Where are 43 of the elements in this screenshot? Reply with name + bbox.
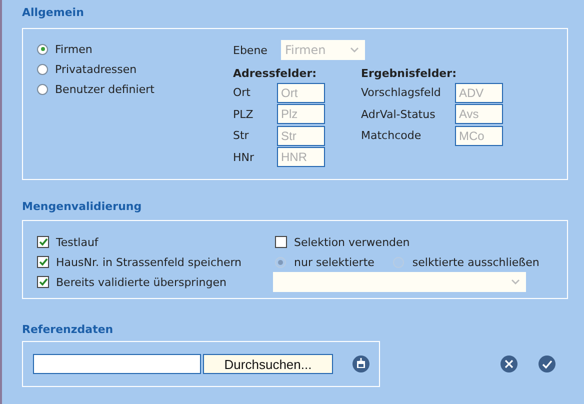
input-field[interactable]: Avs [455,104,503,124]
field-label: Str [233,129,250,142]
input-field[interactable]: ADV [455,82,503,103]
field-label: Matchcode [361,129,422,142]
radio-button[interactable] [37,44,48,54]
upload-icon[interactable] [352,355,370,373]
radio-label: Privatadressen [55,62,137,76]
checkbox-label: Testlauf [56,236,98,248]
checkbox[interactable] [275,236,287,248]
field-label: HNr [233,150,256,164]
section-title: Allgemein [22,6,85,21]
field-label: Ort [233,86,252,100]
section-title: Mengenvalidierung [22,200,143,215]
browse-button[interactable]: Durchsuchen... [203,354,333,374]
section-title: Referenzdaten [22,323,114,338]
radio-label: Benutzer definiert [55,82,154,96]
close-icon[interactable] [500,355,518,373]
radio-label: Firmen [55,42,92,56]
checkbox-label: Selektion verwenden [294,236,410,248]
input-field[interactable]: Ort [277,82,325,103]
file-path-field[interactable] [33,354,201,374]
radio-button[interactable] [37,84,48,94]
field-label: Vorschlagsfeld [361,86,442,100]
chevron-icon [350,47,359,53]
checkbox[interactable] [37,276,49,288]
checkbox-label: HausNr. in Strassenfeld speichern [56,256,242,268]
chevron-icon [511,279,520,285]
radio-button[interactable] [37,64,48,74]
input-field[interactable]: MCo [455,126,503,146]
input-field[interactable]: HNR [277,147,325,168]
check-icon[interactable] [538,355,556,373]
checkbox[interactable] [37,256,49,268]
input-field[interactable]: Plz [277,104,325,124]
group-heading: Ergebnisfelder: [361,67,458,82]
group-heading: Adressfelder: [233,67,318,82]
field-label: AdrVal-Status [361,108,436,121]
checkbox[interactable] [37,236,49,248]
input-field[interactable]: Str [277,126,325,146]
checkbox-label: Bereits validierte überspringen [56,276,226,288]
field-label: Ebene [233,44,268,56]
radio-label: selktierte ausschließen [412,256,540,268]
radio-label: nur selektierte [294,256,374,268]
field-label: PLZ [233,108,254,121]
